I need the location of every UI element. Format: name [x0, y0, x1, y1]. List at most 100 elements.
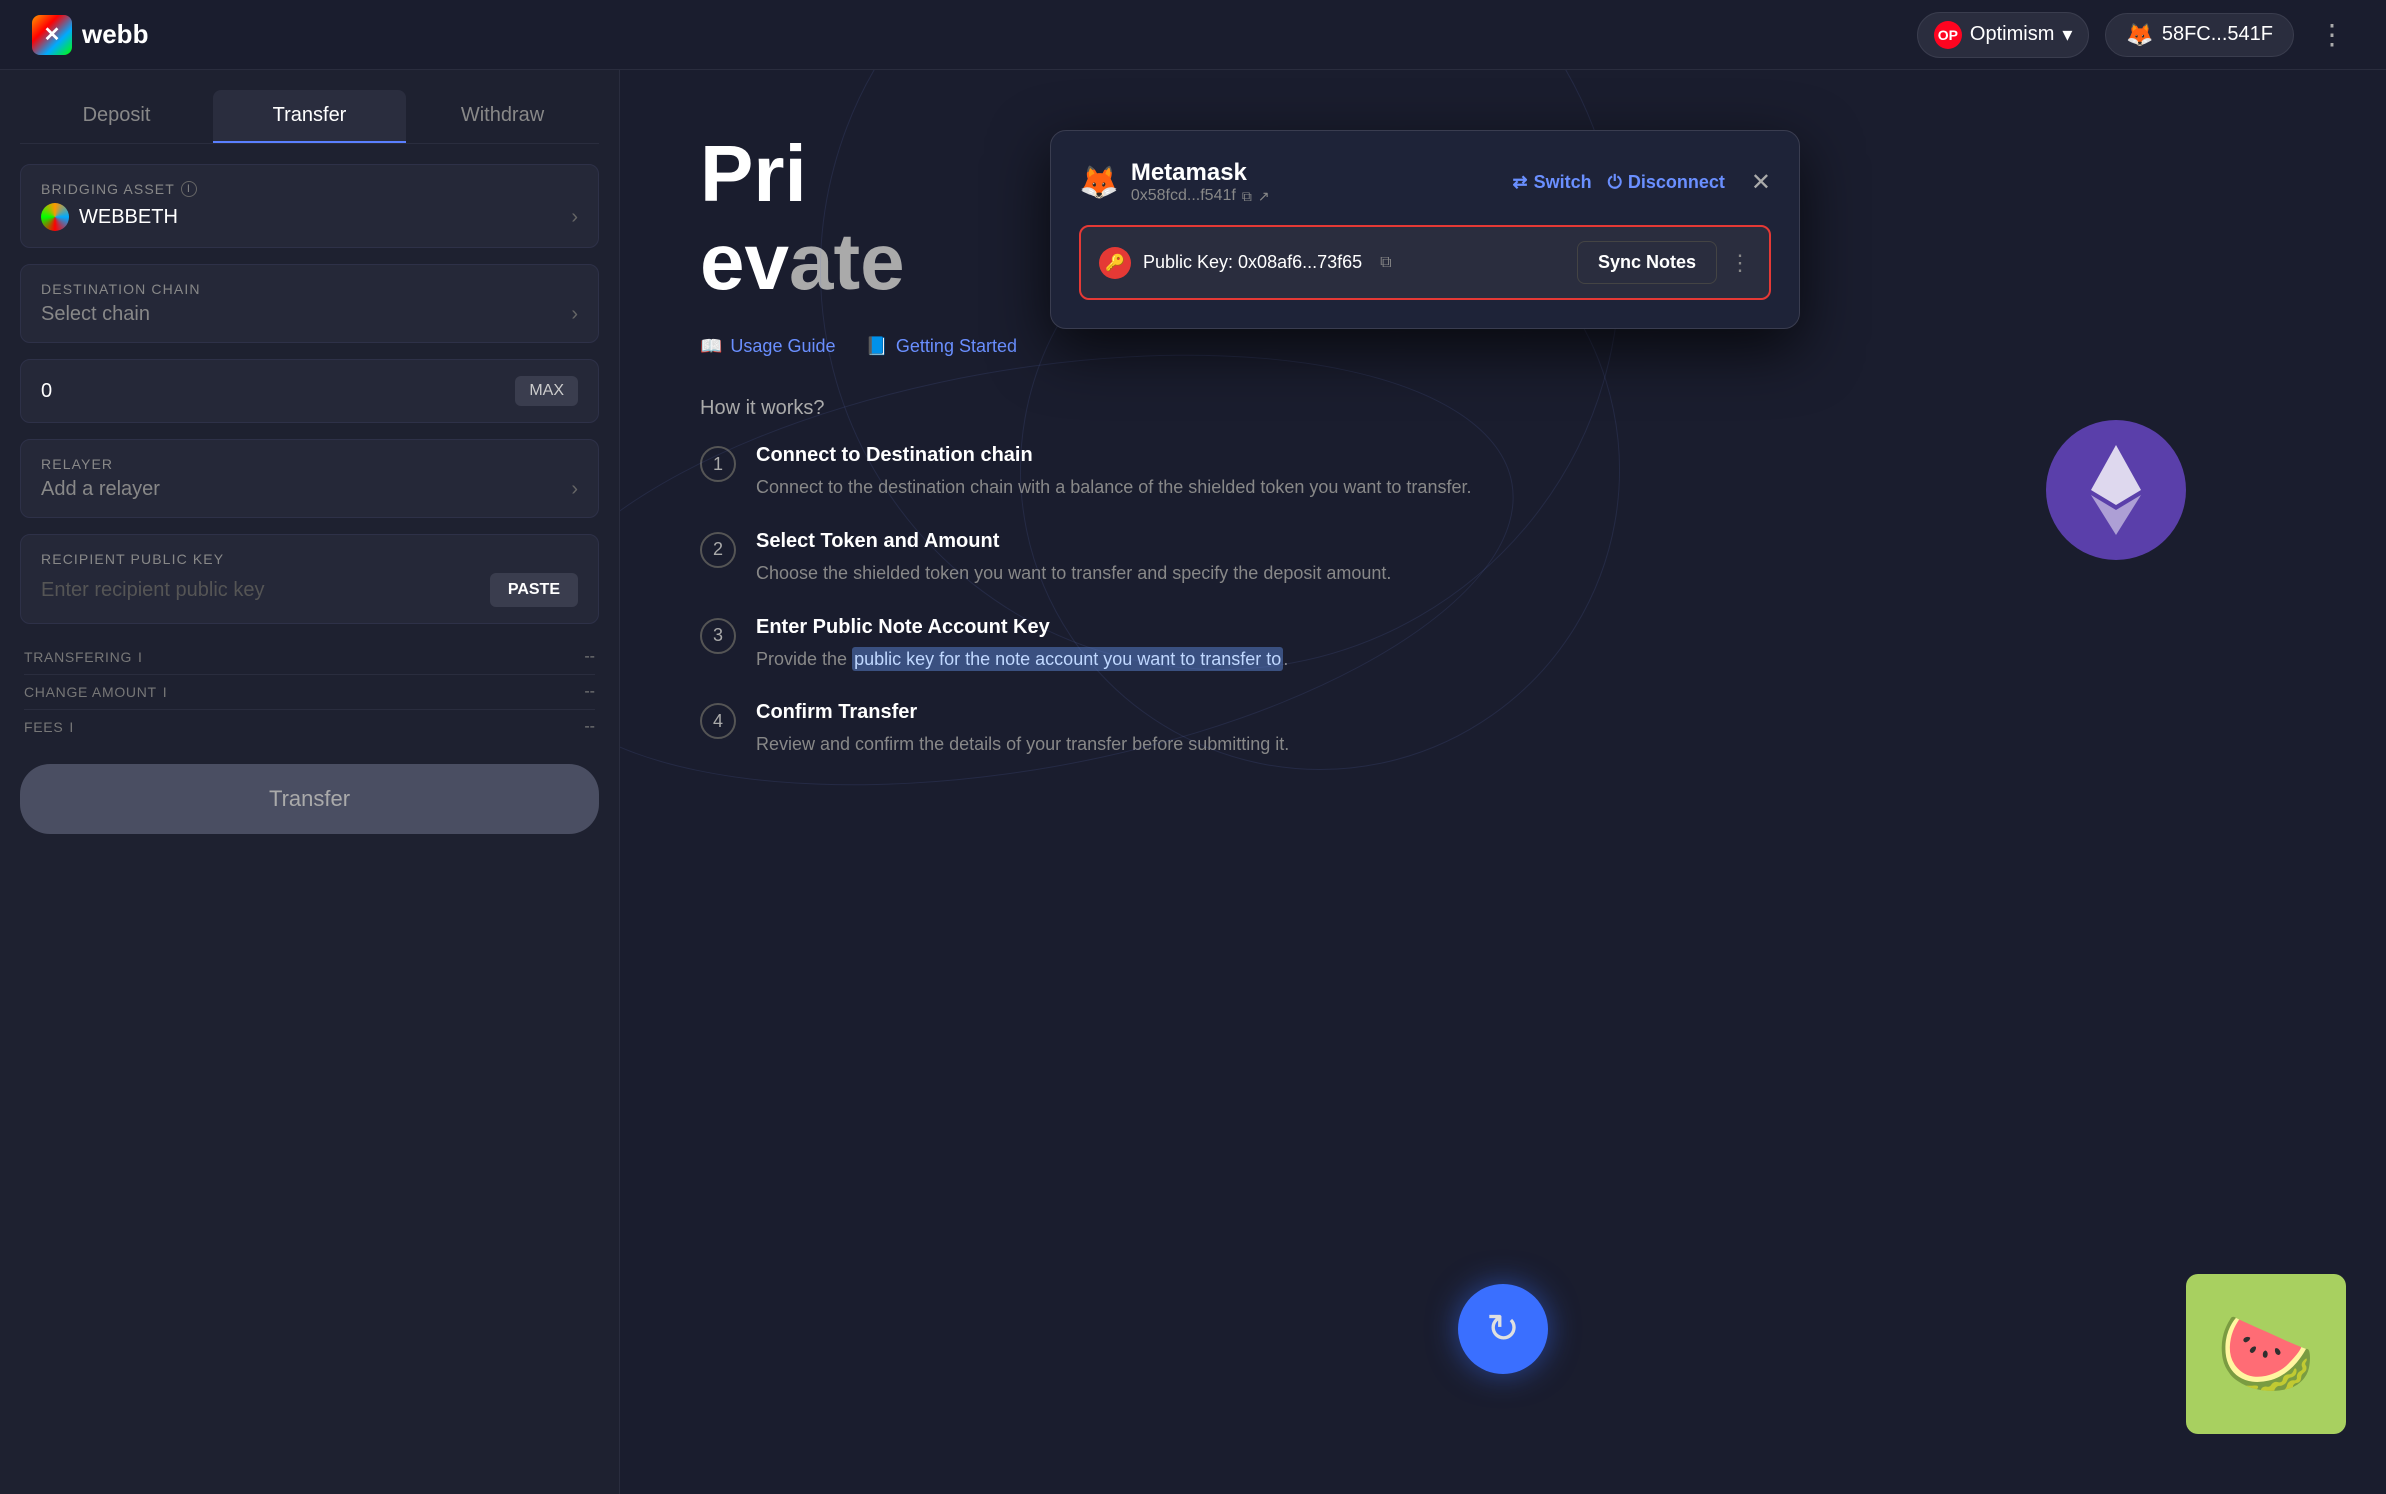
popup-actions: ⇄ Switch ⏻ Disconnect ✕ [1513, 168, 1772, 197]
guide-links: 📖 Usage Guide 📘 Getting Started [700, 336, 2306, 357]
wallet-name: Metamask [1131, 159, 1270, 187]
main-layout: Deposit Transfer Withdraw BRIDGING ASSET… [0, 70, 2386, 1494]
chevron-right-icon: › [571, 206, 578, 229]
network-button[interactable]: OP Optimism ▾ [1917, 12, 2090, 58]
webbeth-icon [41, 203, 69, 231]
step-3: 3 Enter Public Note Account Key Provide … [700, 616, 1600, 674]
amount-row: MAX [20, 359, 599, 423]
step-4-desc: Review and confirm the details of your t… [756, 730, 1289, 759]
metamask-icon: 🦊 [1079, 163, 1119, 201]
step-2-title: Select Token and Amount [756, 530, 1391, 553]
step-2-desc: Choose the shielded token you want to tr… [756, 559, 1391, 588]
tab-withdraw[interactable]: Withdraw [406, 90, 599, 143]
wallet-address-popup: 0x58fcd...f541f ⧉ ↗ [1131, 187, 1270, 205]
info-icon: i [181, 181, 197, 197]
sync-button[interactable]: ↻ [1458, 1284, 1548, 1374]
amount-input[interactable] [41, 380, 471, 403]
popup-header: 🦊 Metamask 0x58fcd...f541f ⧉ ↗ ⇄ Switch [1079, 159, 1771, 205]
logo-icon: ✕ [32, 15, 72, 55]
step-num-3: 3 [700, 618, 736, 654]
destination-chain-field[interactable]: DESTINATION CHAIN Select chain › [20, 264, 599, 343]
step-4: 4 Confirm Transfer Review and confirm th… [700, 701, 1600, 759]
change-amount-value: -- [584, 683, 595, 701]
external-link-icon[interactable]: ↗ [1258, 188, 1270, 205]
fees-value: -- [584, 718, 595, 736]
network-name: Optimism [1970, 23, 2054, 46]
metamask-popup: 🦊 Metamask 0x58fcd...f541f ⧉ ↗ ⇄ Switch [1050, 130, 1800, 329]
how-it-works: How it works? [700, 397, 2306, 420]
sync-notes-button[interactable]: Sync Notes [1577, 241, 1717, 284]
chevron-down-icon: ▾ [2062, 22, 2072, 47]
info-icon: i [163, 684, 168, 700]
relayer-field[interactable]: RELAYER Add a relayer › [20, 439, 599, 518]
highlight-text: public key for the note account you want… [852, 647, 1283, 671]
more-popup-button[interactable]: ⋮ [1729, 250, 1751, 276]
max-button[interactable]: MAX [515, 376, 578, 406]
chevron-right-icon: › [571, 478, 578, 501]
chevron-right-icon: › [571, 303, 578, 326]
stat-row-change-amount: CHANGE AMOUNT i -- [24, 675, 595, 710]
step-2: 2 Select Token and Amount Choose the shi… [700, 530, 1600, 588]
steps: 1 Connect to Destination chain Connect t… [700, 444, 1600, 759]
info-icon: i [138, 649, 143, 665]
book-icon-2: 📘 [866, 336, 888, 357]
form-content: BRIDGING ASSET i WEBBETH › DESTINATION C… [0, 144, 619, 1494]
app-name: webb [82, 19, 148, 50]
recipient-public-key-label: RECIPIENT PUBLIC KEY [41, 551, 578, 567]
usage-guide-link[interactable]: 📖 Usage Guide [700, 336, 836, 357]
bridging-asset-value: WEBBETH › [41, 203, 578, 231]
ethereum-icon [2046, 420, 2186, 560]
stat-row-fees: FEES i -- [24, 710, 595, 744]
recipient-public-key-field: RECIPIENT PUBLIC KEY Enter recipient pub… [20, 534, 599, 624]
recipient-input-row: Enter recipient public key PASTE [41, 573, 578, 607]
step-3-desc: Provide the public key for the note acco… [756, 645, 1288, 674]
sync-area: ↻ [1458, 1284, 1548, 1374]
tab-deposit[interactable]: Deposit [20, 90, 213, 143]
public-key-row: 🔑 Public Key: 0x08af6...73f65 ⧉ Sync Not… [1079, 225, 1771, 300]
step-4-title: Confirm Transfer [756, 701, 1289, 724]
destination-chain-value: Select chain › [41, 303, 578, 326]
header-right: OP Optimism ▾ 🦊 58FC...541F ⋮ [1917, 12, 2354, 58]
disconnect-icon: ⏻ [1608, 172, 1622, 193]
popup-wallet-info: 🦊 Metamask 0x58fcd...f541f ⧉ ↗ [1079, 159, 1270, 205]
popup-close-button[interactable]: ✕ [1751, 168, 1771, 197]
public-key-text: Public Key: 0x08af6...73f65 [1143, 252, 1362, 273]
step-num-2: 2 [700, 532, 736, 568]
step-1-title: Connect to Destination chain [756, 444, 1471, 467]
fox-icon: 🦊 [2126, 22, 2153, 48]
transfering-value: -- [584, 648, 595, 666]
tabs: Deposit Transfer Withdraw [20, 90, 599, 144]
watermelon-character: 🍉 [2186, 1274, 2346, 1434]
right-panel: Pri evate 📖 Usage Guide 📘 Getting Starte… [620, 70, 2386, 1494]
transfer-button[interactable]: Transfer [20, 764, 599, 834]
recipient-placeholder: Enter recipient public key [41, 579, 264, 602]
more-button[interactable]: ⋮ [2310, 14, 2354, 55]
wallet-button[interactable]: 🦊 58FC...541F [2105, 13, 2294, 57]
relayer-label: RELAYER [41, 456, 578, 472]
copy-icon[interactable]: ⧉ [1242, 188, 1252, 205]
bridging-asset-label: BRIDGING ASSET i [41, 181, 578, 197]
left-panel: Deposit Transfer Withdraw BRIDGING ASSET… [0, 70, 620, 1494]
destination-chain-label: DESTINATION CHAIN [41, 281, 578, 297]
change-amount-label: CHANGE AMOUNT i [24, 684, 167, 700]
step-1: 1 Connect to Destination chain Connect t… [700, 444, 1600, 502]
key-copy-icon[interactable]: ⧉ [1380, 254, 1391, 272]
step-num-1: 1 [700, 446, 736, 482]
tab-transfer[interactable]: Transfer [213, 90, 406, 143]
fees-label: FEES i [24, 719, 74, 735]
book-icon: 📖 [700, 336, 722, 357]
getting-started-link[interactable]: 📘 Getting Started [866, 336, 1018, 357]
header: ✕ webb OP Optimism ▾ 🦊 58FC...541F ⋮ [0, 0, 2386, 70]
step-num-4: 4 [700, 703, 736, 739]
wallet-address: 58FC...541F [2162, 23, 2273, 46]
paste-button[interactable]: PASTE [490, 573, 578, 607]
disconnect-button[interactable]: ⏻ Disconnect [1608, 172, 1725, 193]
key-icon: 🔑 [1099, 247, 1131, 279]
stat-row-transfering: TRANSFERING i -- [24, 640, 595, 675]
switch-button[interactable]: ⇄ Switch [1513, 172, 1592, 193]
bridging-asset-field[interactable]: BRIDGING ASSET i WEBBETH › [20, 164, 599, 248]
step-1-desc: Connect to the destination chain with a … [756, 473, 1471, 502]
info-icon: i [69, 719, 74, 735]
transfering-label: TRANSFERING i [24, 649, 143, 665]
op-icon: OP [1934, 21, 1962, 49]
